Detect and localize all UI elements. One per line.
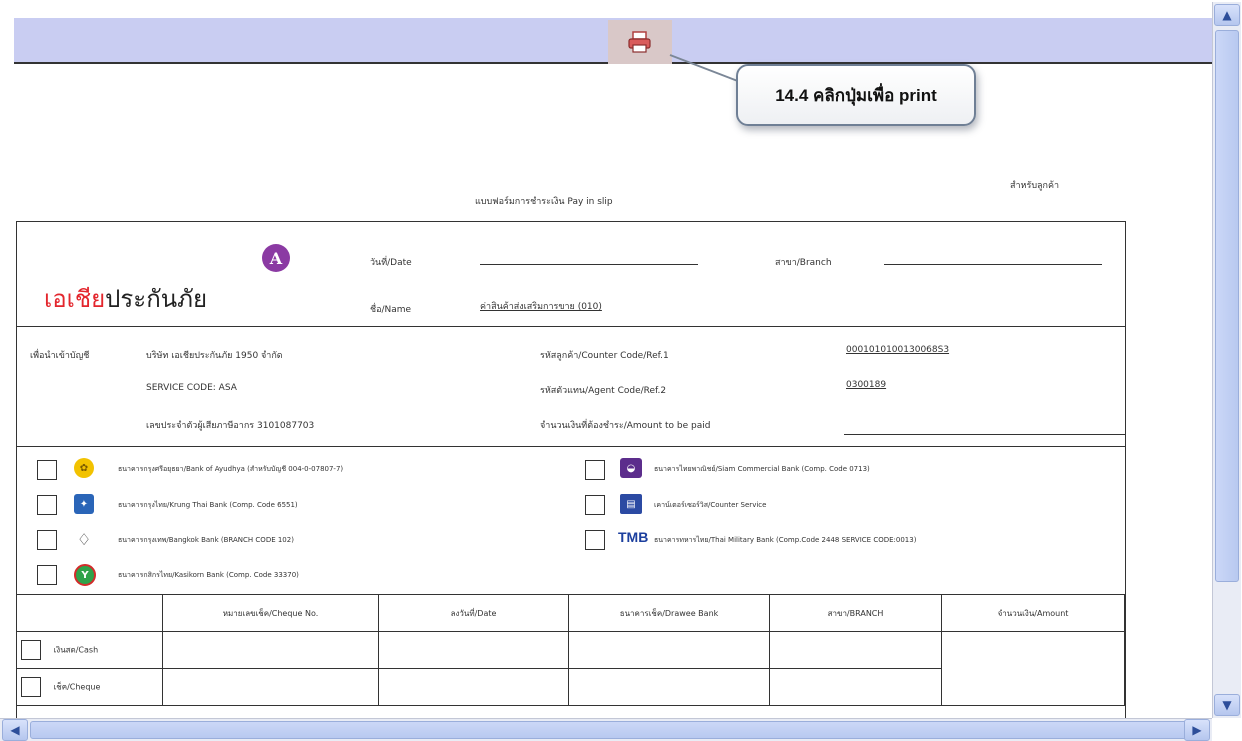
date-label: วันที่/Date: [370, 258, 412, 268]
counter-code-value: 0001010100130068S3: [846, 345, 950, 355]
bank-checkbox-scb[interactable]: [585, 460, 605, 480]
name-value: ค่าสินค้าส่งเสริมการขาย (010): [480, 302, 602, 312]
scroll-down-button[interactable]: ▼: [1214, 694, 1240, 716]
print-button[interactable]: [608, 20, 672, 64]
table-header-row: หมายเลขเช็ค/Cheque No. ลงวันที่/Date ธนา…: [16, 594, 1125, 632]
vertical-scroll-thumb[interactable]: [1215, 30, 1239, 582]
print-callout: 14.4 คลิกปุ่มเพื่อ print: [736, 64, 976, 126]
counter-service-icon: ▤: [620, 494, 642, 514]
amount-field-line: [844, 434, 1126, 435]
chevron-left-icon: ◀: [10, 723, 20, 737]
scroll-right-button[interactable]: ▶: [1184, 719, 1210, 741]
table-cell: [769, 668, 942, 706]
table-cell: เช็ค/Cheque: [16, 668, 163, 706]
horizontal-scrollbar[interactable]: ◀ ▶: [0, 718, 1212, 741]
cheque-checkbox[interactable]: [21, 677, 41, 697]
bank-label-ktb: ธนาคารกรุงไทย/Krung Thai Bank (Comp. Cod…: [118, 501, 298, 509]
amount-label: จำนวนเงินที่ต้องชำระ/Amount to be paid: [540, 421, 711, 431]
table-cell: [941, 631, 1125, 706]
table-cell: [162, 631, 379, 669]
vertical-scrollbar[interactable]: ▲ ▼: [1212, 2, 1241, 718]
bank-label-counter-service: เคาน์เตอร์เซอร์วิส/Counter Service: [654, 501, 767, 509]
horizontal-scroll-thumb[interactable]: [30, 721, 1190, 739]
ktb-bank-icon: ✦: [74, 494, 94, 514]
table-row: เงินสด/Cash: [16, 631, 1125, 706]
tax-id: เลขประจำตัวผู้เสียภาษีอากร 3101087703: [146, 421, 315, 431]
cash-label: เงินสด/Cash: [53, 645, 99, 655]
kbank-bank-icon: Y: [74, 564, 96, 586]
cash-checkbox[interactable]: [21, 640, 41, 660]
callout-text: 14.4 คลิกปุ่มเพื่อ print: [775, 85, 937, 105]
service-code: SERVICE CODE: ASA: [146, 383, 237, 393]
table-cell: [568, 668, 770, 706]
bank-label-bbl: ธนาคารกรุงเทพ/Bangkok Bank (BRANCH CODE …: [118, 536, 294, 544]
bank-label-ayudhya: ธนาคารกรุงศรีอยุธยา/Bank of Ayudhya (สำห…: [118, 465, 344, 473]
agent-code-label: รหัสตัวแทน/Agent Code/Ref.2: [540, 386, 667, 396]
table-cell: [162, 668, 379, 706]
chevron-right-icon: ▶: [1192, 723, 1202, 737]
table-cell: เงินสด/Cash: [16, 631, 163, 669]
bank-checkbox-ayudhya[interactable]: [37, 460, 57, 480]
tmb-bank-icon: TMB: [618, 529, 649, 545]
divider: [16, 446, 1126, 447]
company-logo: เอเชียประกันภัย: [44, 286, 208, 313]
bank-checkbox-bbl[interactable]: [37, 530, 57, 550]
bank-checkbox-kbank[interactable]: [37, 565, 57, 585]
scroll-left-button[interactable]: ◀: [2, 719, 28, 741]
bank-label-tmb: ธนาคารทหารไทย/Thai Military Bank (Comp.C…: [654, 536, 917, 544]
cheque-label: เช็ค/Cheque: [53, 682, 101, 692]
company-name: บริษัท เอเชียประกันภัย 1950 จำกัด: [146, 351, 283, 361]
bank-checkbox-tmb[interactable]: [585, 530, 605, 550]
table-header: ธนาคารเช็ค/Drawee Bank: [568, 594, 770, 632]
branch-label: สาขา/Branch: [775, 258, 832, 268]
pay-to-label: เพื่อนำเข้าบัญชี: [30, 351, 90, 361]
table-cell: [769, 631, 942, 669]
ayudhya-bank-icon: ✿: [74, 458, 94, 478]
bank-checkbox-counter-service[interactable]: [585, 495, 605, 515]
payment-table: หมายเลขเช็ค/Cheque No. ลงวันที่/Date ธนา…: [16, 594, 1125, 706]
table-cell: [378, 631, 569, 669]
bank-checkbox-ktb[interactable]: [37, 495, 57, 515]
divider: [16, 326, 1126, 327]
scb-bank-icon: ◒: [620, 458, 642, 478]
scroll-up-button[interactable]: ▲: [1214, 4, 1240, 26]
table-header: [16, 594, 163, 632]
table-cell: [568, 631, 770, 669]
table-cell: [378, 668, 569, 706]
chevron-up-icon: ▲: [1222, 8, 1232, 22]
form-title: แบบฟอร์มการชำระเงิน Pay in slip: [475, 197, 613, 207]
table-header: สาขา/BRANCH: [769, 594, 942, 632]
table-header: ลงวันที่/Date: [378, 594, 569, 632]
bank-label-kbank: ธนาคารกสิกรไทย/Kasikorn Bank (Comp. Code…: [118, 571, 299, 579]
printer-icon: [628, 31, 651, 53]
agent-code-value: 0300189: [846, 380, 887, 390]
bbl-bank-icon: ♢: [74, 529, 94, 549]
name-label: ชื่อ/Name: [370, 305, 412, 315]
counter-code-label: รหัสลูกค้า/Counter Code/Ref.1: [540, 351, 669, 361]
chevron-down-icon: ▼: [1222, 698, 1232, 712]
table-header: จำนวนเงิน/Amount: [941, 594, 1125, 632]
table-header: หมายเลขเช็ค/Cheque No.: [162, 594, 379, 632]
copy-for-label: สำหรับลูกค้า: [1010, 181, 1060, 191]
bank-label-scb: ธนาคารไทยพาณิชย์/Siam Commercial Bank (C…: [654, 465, 870, 473]
branch-field-line: [884, 264, 1102, 265]
logo-emblem-icon: A: [262, 244, 290, 272]
date-field-line: [480, 264, 698, 265]
